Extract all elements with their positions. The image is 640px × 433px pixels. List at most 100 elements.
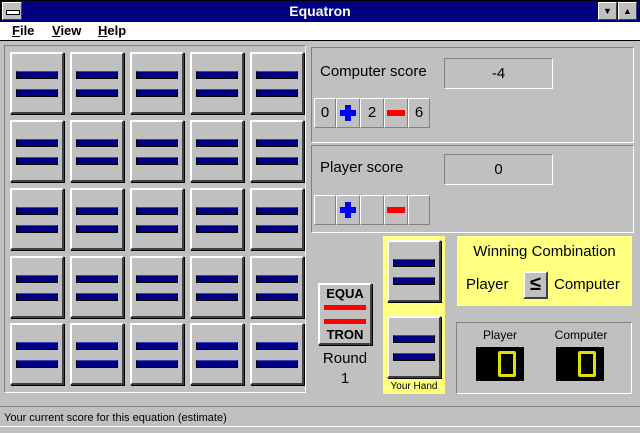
board-tile-4-1[interactable] — [10, 256, 64, 318]
tile-bar — [196, 71, 238, 79]
tile-bar — [256, 225, 298, 233]
player-wins-display — [476, 347, 524, 381]
tile-bar — [76, 157, 118, 165]
tile-bar — [136, 293, 178, 301]
tile-bar — [16, 275, 58, 283]
triangle-down-icon: ▼ — [603, 6, 612, 16]
board-tile-4-5[interactable] — [250, 256, 304, 318]
minimize-button[interactable]: ▼ — [598, 2, 617, 20]
player-eq-slot-2[interactable] — [360, 195, 384, 225]
tile-bar — [16, 71, 58, 79]
tile-bar — [393, 277, 435, 285]
computer-wins-display — [556, 347, 604, 381]
tile-bar — [76, 89, 118, 97]
player-eq-op-1 — [336, 195, 360, 225]
board-tile-1-5[interactable] — [250, 52, 304, 114]
winning-title: Winning Combination — [473, 243, 616, 260]
board-tile-2-1[interactable] — [10, 120, 64, 182]
computer-eq-term-2: 2 — [360, 98, 384, 128]
menu-view[interactable]: View — [52, 23, 81, 38]
menu-file-rest: ile — [19, 23, 35, 38]
player-eq-slot-1[interactable] — [314, 195, 336, 225]
tile-bar — [393, 353, 435, 361]
window-title: Equatron — [289, 3, 351, 19]
board-tile-5-5[interactable] — [250, 323, 304, 385]
tile-bar — [196, 293, 238, 301]
tile-bar — [76, 275, 118, 283]
tile-bar — [76, 71, 118, 79]
player-eq-slot-3[interactable] — [408, 195, 430, 225]
logo-red-bar-2 — [324, 319, 366, 324]
player-score-value: 0 — [444, 154, 553, 185]
board-tile-3-4[interactable] — [190, 188, 244, 250]
board-tile-5-2[interactable] — [70, 323, 124, 385]
tile-bar — [256, 139, 298, 147]
board-tile-3-5[interactable] — [250, 188, 304, 250]
player-eq-op-2 — [384, 195, 408, 225]
tile-bar — [136, 275, 178, 283]
tile-bar — [196, 360, 238, 368]
tile-bar — [16, 342, 58, 350]
board-tile-1-1[interactable] — [10, 52, 64, 114]
tile-bar — [256, 275, 298, 283]
board-tile-3-3[interactable] — [130, 188, 184, 250]
board-tile-5-4[interactable] — [190, 323, 244, 385]
board-tile-4-4[interactable] — [190, 256, 244, 318]
tile-bar — [76, 225, 118, 233]
tile-bar — [16, 207, 58, 215]
hand-tile-2[interactable] — [387, 316, 441, 378]
round-label: Round — [322, 350, 368, 367]
tile-bar — [196, 207, 238, 215]
board-tile-5-1[interactable] — [10, 323, 64, 385]
menu-help-rest: elp — [107, 23, 127, 38]
logo-line-2: TRON — [326, 327, 364, 342]
maximize-button[interactable]: ▲ — [618, 2, 637, 20]
tally-computer-label: Computer — [554, 328, 608, 342]
tile-bar — [136, 207, 178, 215]
tile-bar — [256, 207, 298, 215]
hand-label: Your Hand — [390, 381, 438, 392]
tile-bar — [256, 293, 298, 301]
computer-eq-term-3: 6 — [408, 98, 430, 128]
tile-bar — [136, 139, 178, 147]
round-number: 1 — [340, 370, 350, 387]
computer-wins-digit — [578, 351, 596, 377]
status-text: Your current score for this equation (es… — [4, 412, 227, 424]
winning-right: Computer — [554, 276, 620, 293]
board-tile-2-2[interactable] — [70, 120, 124, 182]
tile-bar — [136, 225, 178, 233]
player-wins-digit — [498, 351, 516, 377]
tile-bar — [196, 342, 238, 350]
board-tile-2-3[interactable] — [130, 120, 184, 182]
tile-bar — [16, 89, 58, 97]
minus-icon — [387, 207, 405, 214]
comparison-operator-button[interactable]: ≤ — [523, 271, 548, 299]
tile-bar — [16, 157, 58, 165]
tally-player-label: Player — [482, 328, 517, 342]
plus-icon — [340, 202, 356, 219]
board-tile-3-1[interactable] — [10, 188, 64, 250]
tile-bar — [16, 225, 58, 233]
tile-bar — [196, 157, 238, 165]
computer-equation: 0 2 6 — [314, 98, 430, 128]
tile-bar — [256, 360, 298, 368]
triangle-up-icon: ▲ — [623, 6, 632, 16]
board-tile-4-2[interactable] — [70, 256, 124, 318]
board-tile-2-4[interactable] — [190, 120, 244, 182]
board-tile-3-2[interactable] — [70, 188, 124, 250]
tile-bar — [196, 89, 238, 97]
board-tile-1-3[interactable] — [130, 52, 184, 114]
menu-help[interactable]: Help — [98, 23, 126, 38]
board-tile-5-3[interactable] — [130, 323, 184, 385]
board-tile-2-5[interactable] — [250, 120, 304, 182]
board-tile-1-4[interactable] — [190, 52, 244, 114]
board-tile-1-2[interactable] — [70, 52, 124, 114]
computer-eq-op-1 — [336, 98, 360, 128]
tile-bar — [393, 335, 435, 343]
computer-score-value: -4 — [444, 58, 553, 89]
computer-score-label: Computer score — [320, 63, 427, 80]
hand-tile-1[interactable] — [387, 240, 441, 302]
board-tile-4-3[interactable] — [130, 256, 184, 318]
tile-bar — [76, 360, 118, 368]
menu-file[interactable]: File — [12, 23, 34, 38]
